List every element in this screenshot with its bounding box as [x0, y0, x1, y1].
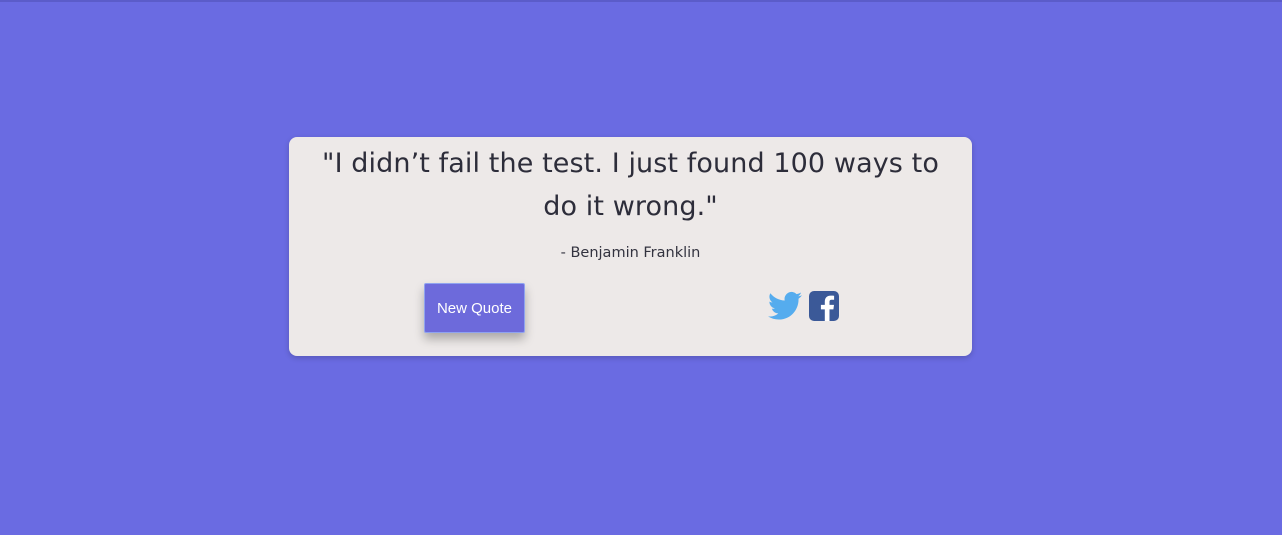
new-quote-button[interactable]: New Quote [424, 283, 525, 333]
quote-text: "I didn’t fail the test. I just found 10… [322, 148, 939, 222]
facebook-icon[interactable] [809, 291, 839, 325]
twitter-icon[interactable] [768, 291, 802, 325]
quote-card: "I didn’t fail the test. I just found 10… [289, 137, 972, 356]
quote-author: - Benjamin Franklin [560, 245, 701, 261]
top-border [0, 0, 1282, 2]
social-share-links [768, 291, 839, 325]
